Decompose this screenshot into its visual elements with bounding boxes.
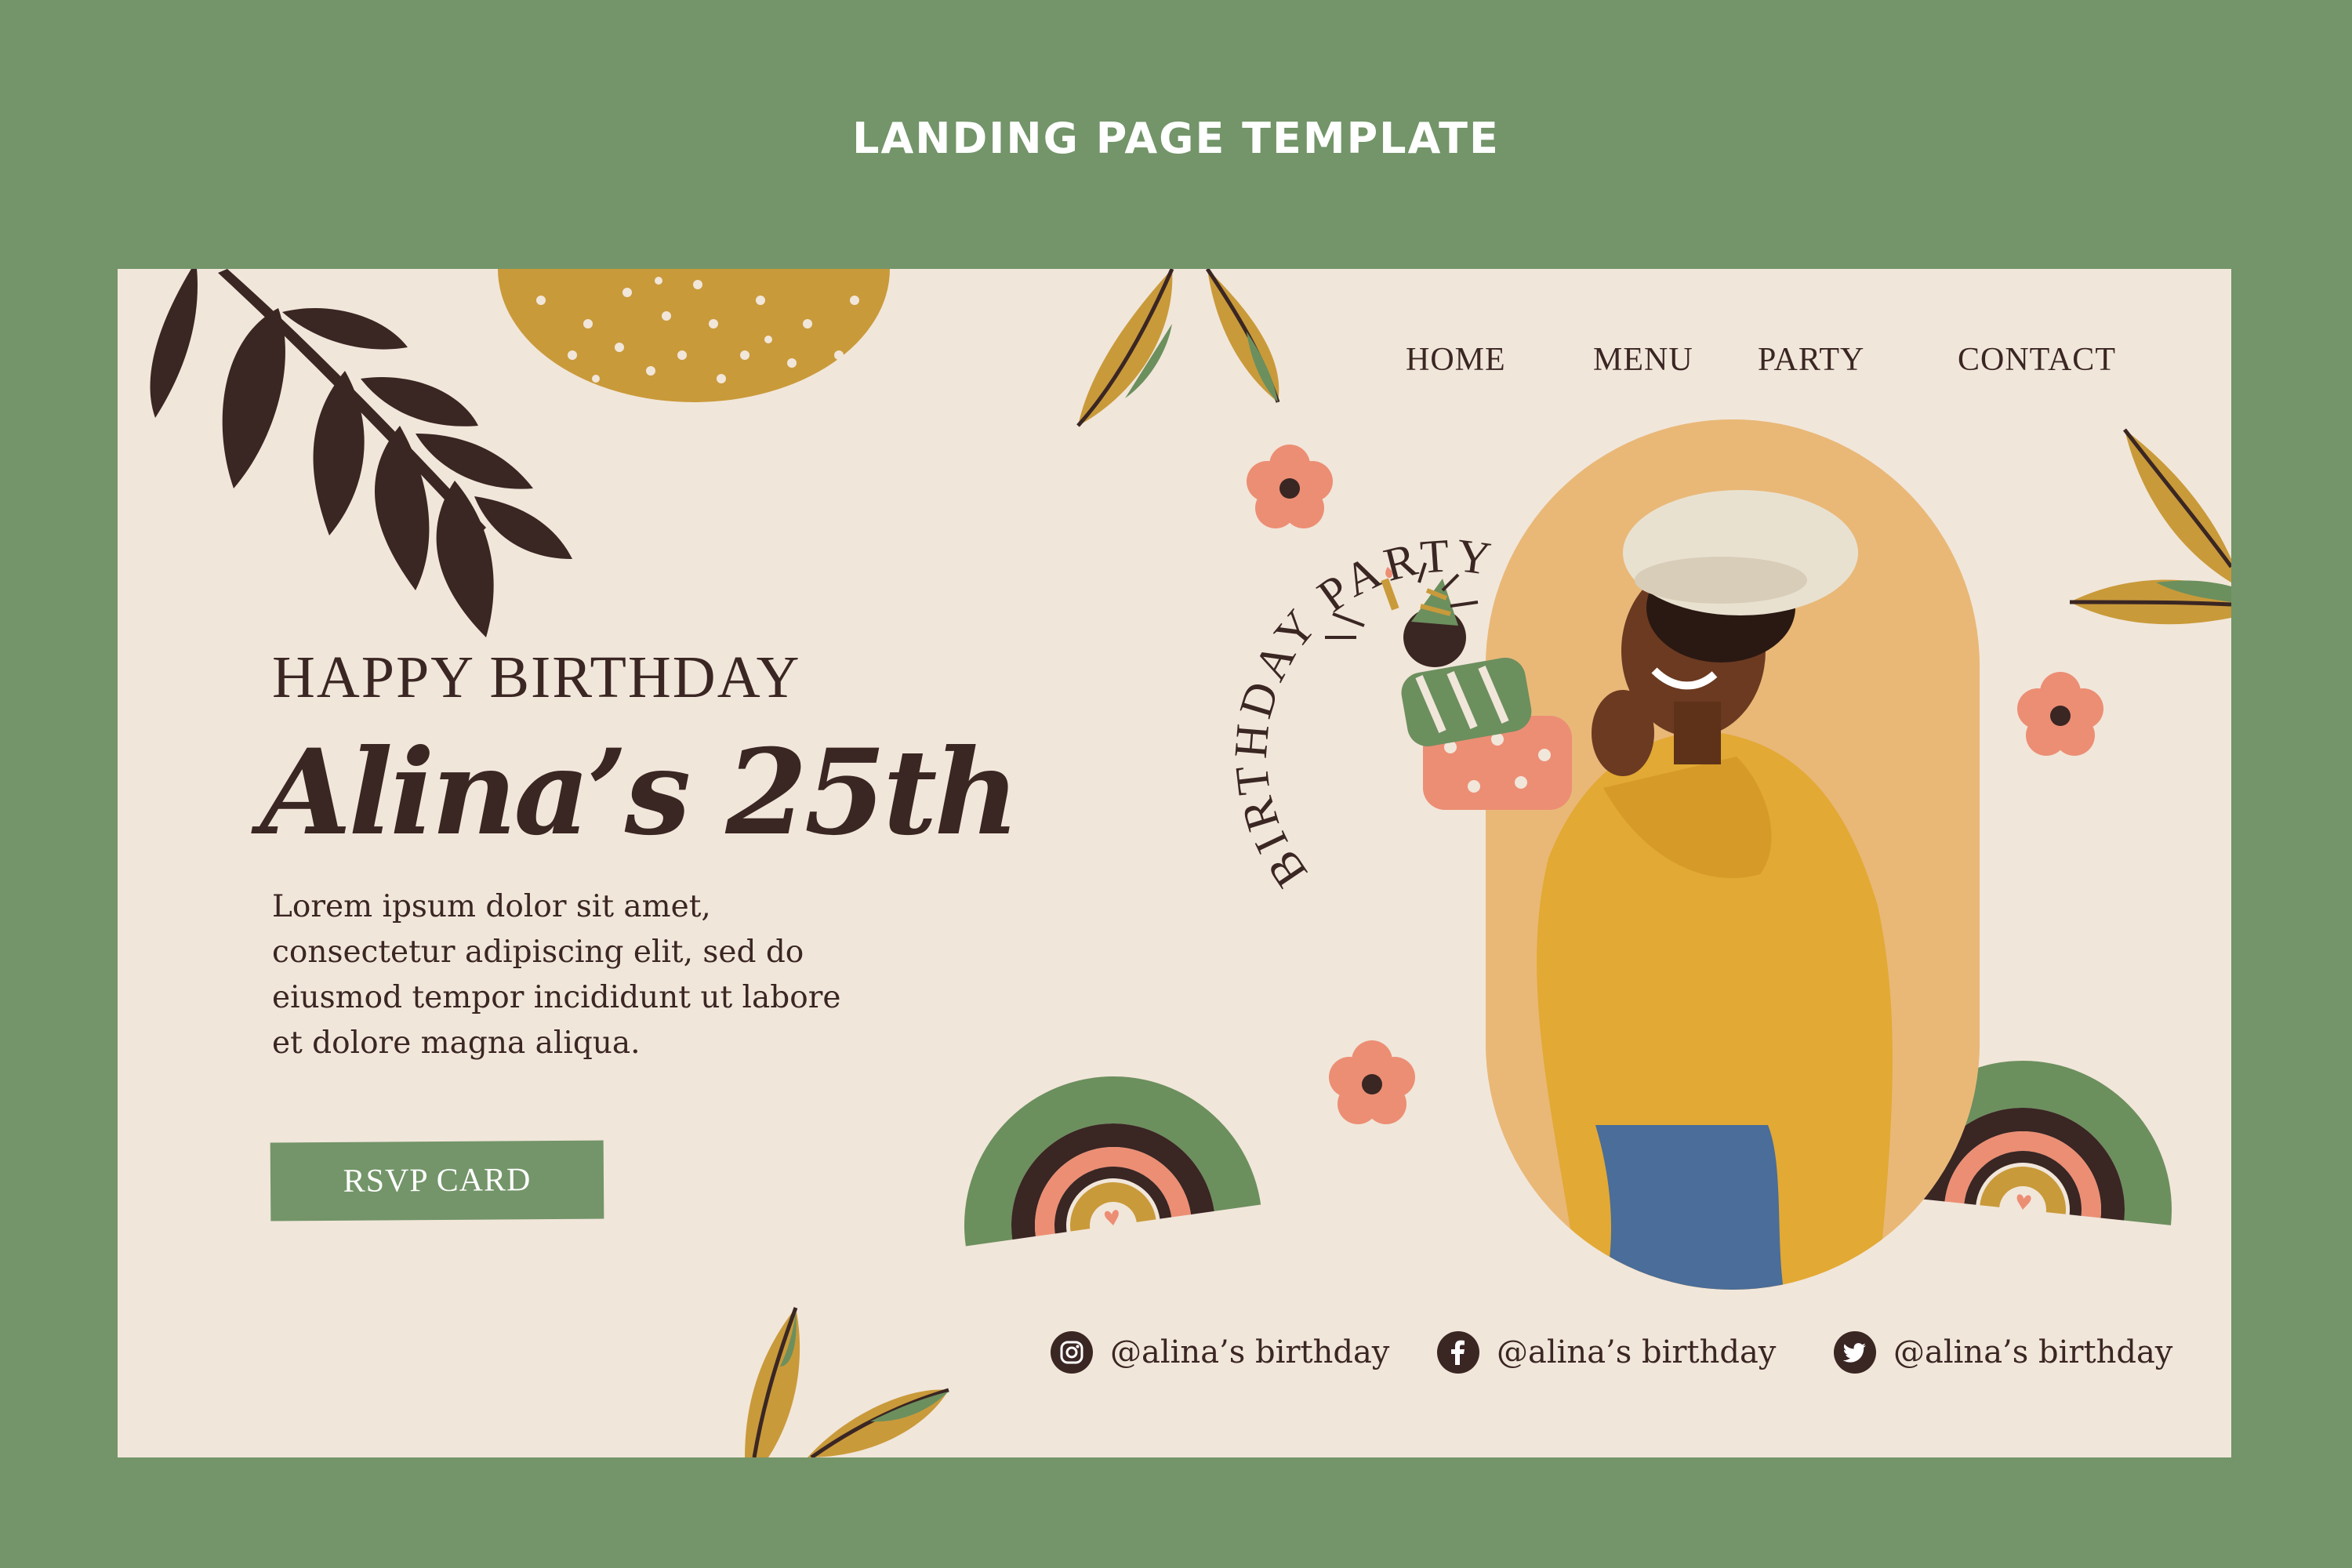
facebook-handle: @alina’s birthday bbox=[1497, 1334, 1777, 1370]
nav-contact[interactable]: CONTACT bbox=[1958, 341, 2116, 379]
instagram-handle: @alina’s birthday bbox=[1110, 1334, 1390, 1370]
dark-branch-icon bbox=[150, 269, 572, 637]
hero-subtitle: HAPPY BIRTHDAY bbox=[272, 644, 801, 710]
hero-title: Alina’s 25th bbox=[260, 724, 1020, 862]
woman-illustration bbox=[1486, 419, 1980, 1290]
top-nav: HOME MENU PARTY CONTACT bbox=[118, 341, 2231, 388]
rainbow-icon bbox=[964, 1076, 1261, 1247]
facebook-icon bbox=[1437, 1331, 1479, 1374]
page-heading: LANDING PAGE TEMPLATE bbox=[852, 114, 1500, 163]
portrait-photo bbox=[1486, 419, 1980, 1290]
rsvp-button[interactable]: RSVP CARD bbox=[270, 1140, 604, 1221]
leaves-right-icon bbox=[2069, 428, 2231, 625]
nav-menu[interactable]: MENU bbox=[1593, 341, 1693, 379]
social-instagram[interactable]: @alina’s birthday bbox=[1051, 1329, 1389, 1376]
flower-icon bbox=[2017, 672, 2103, 756]
instagram-icon bbox=[1051, 1331, 1093, 1374]
twitter-handle: @alina’s birthday bbox=[1893, 1334, 2173, 1370]
nav-party[interactable]: PARTY bbox=[1758, 341, 1864, 379]
hero-body: Lorem ipsum dolor sit amet, consectetur … bbox=[272, 889, 841, 1061]
twitter-icon bbox=[1834, 1331, 1876, 1374]
nav-home[interactable]: HOME bbox=[1406, 341, 1506, 379]
social-twitter[interactable]: @alina’s birthday bbox=[1834, 1329, 2172, 1376]
landing-card: BIRTHDAY PARTY HOME MENU PARTY CONTACT H… bbox=[118, 269, 2231, 1457]
flower-icon bbox=[1247, 445, 1333, 528]
flower-icon bbox=[1329, 1040, 1415, 1124]
social-facebook[interactable]: @alina’s birthday bbox=[1437, 1329, 1776, 1376]
leaves-bottom-icon bbox=[745, 1307, 949, 1457]
